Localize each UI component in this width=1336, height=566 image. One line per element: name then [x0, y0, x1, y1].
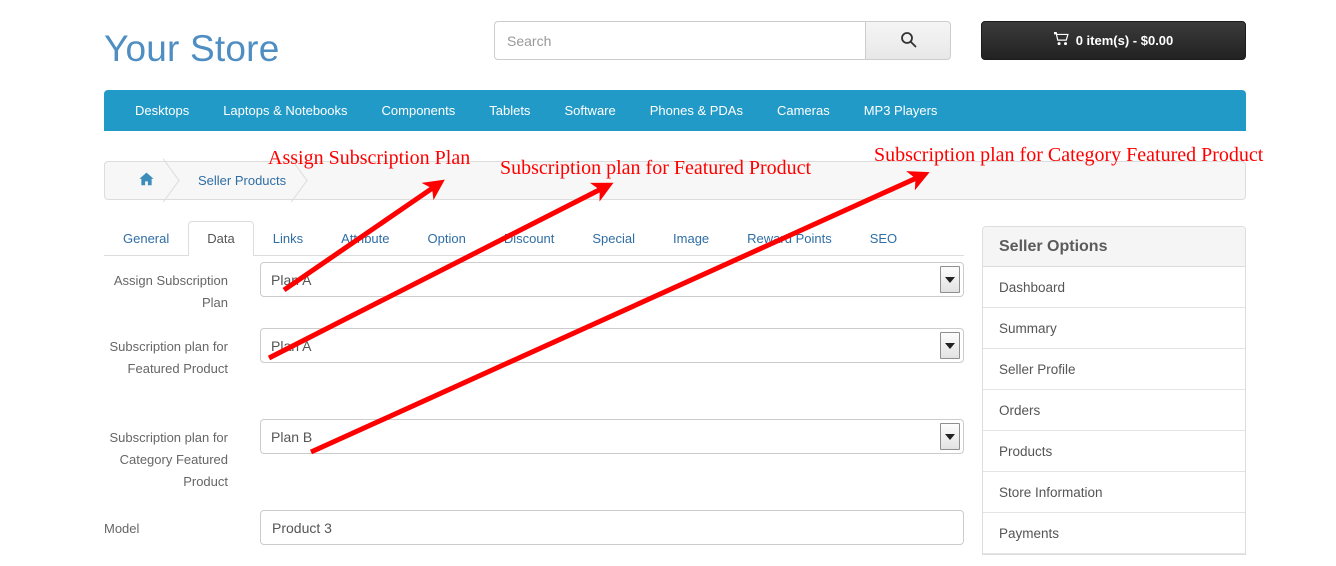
nav-item-software[interactable]: Software: [547, 90, 632, 131]
form-row-subscription-plan-featured-product: Subscription plan for Featured Product P…: [104, 328, 964, 419]
nav-item-mp3-players[interactable]: MP3 Players: [847, 90, 955, 131]
tab-discount[interactable]: Discount: [485, 221, 574, 256]
cart-button[interactable]: 0 item(s) - $0.00: [981, 21, 1246, 60]
seller-options-panel: Seller Options Dashboard Summary Seller …: [982, 226, 1246, 555]
nav-item-cameras[interactable]: Cameras: [760, 90, 847, 131]
main-navigation: Desktops Laptops & Notebooks Components …: [104, 90, 1246, 131]
site-header: Your Store 0 item(s) - $0: [0, 0, 1336, 90]
nav-item-laptops-notebooks[interactable]: Laptops & Notebooks: [206, 90, 364, 131]
seller-options-title: Seller Options: [983, 227, 1245, 267]
control-subscription-plan-featured-product: Plan A: [260, 328, 964, 363]
cart-label: 0 item(s) - $0.00: [1075, 33, 1174, 48]
tab-attribute[interactable]: Attribute: [322, 221, 408, 256]
annotation-text-subscription-plan-featured-product: Subscription plan for Featured Product: [500, 157, 812, 179]
form-row-subscription-plan-category-featured-product: Subscription plan for Category Featured …: [104, 419, 964, 510]
control-assign-subscription-plan: Plan A: [260, 262, 964, 297]
select-assign-subscription-plan[interactable]: Plan A: [260, 262, 964, 297]
search-icon: [900, 31, 917, 51]
control-subscription-plan-category-featured-product: Plan B: [260, 419, 964, 454]
store-logo[interactable]: Your Store: [104, 28, 279, 70]
search-button[interactable]: [865, 21, 951, 60]
nav-item-components[interactable]: Components: [365, 90, 473, 131]
select-value-subscription-plan-featured-product: Plan A: [271, 337, 312, 354]
label-subscription-plan-category-featured-product: Subscription plan for Category Featured …: [109, 430, 228, 489]
chevron-down-icon[interactable]: [940, 332, 960, 359]
seller-option-payments[interactable]: Payments: [983, 513, 1245, 554]
nav-item-phones-pdas[interactable]: Phones & PDAs: [633, 90, 760, 131]
label-subscription-plan-featured-product: Subscription plan for Featured Product: [109, 339, 228, 376]
label-assign-subscription-plan: Assign Subscription Plan: [113, 273, 228, 310]
page-root: Your Store 0 item(s) - $0: [0, 0, 1336, 566]
tab-seo[interactable]: SEO: [851, 221, 916, 256]
label-model: Model: [104, 521, 140, 536]
annotation-text-subscription-plan-category-featured-product: Subscription plan for Category Featured …: [874, 144, 1264, 166]
seller-option-store-information[interactable]: Store Information: [983, 472, 1245, 513]
tab-image[interactable]: Image: [654, 221, 728, 256]
form-row-model: Model: [104, 510, 964, 560]
breadcrumb-item-home[interactable]: [105, 161, 176, 200]
select-subscription-plan-category-featured-product[interactable]: Plan B: [260, 419, 964, 454]
nav-item-desktops[interactable]: Desktops: [118, 90, 206, 131]
chevron-down-icon[interactable]: [940, 423, 960, 450]
product-tabs: General Data Links Attribute Option Disc…: [104, 220, 964, 256]
seller-option-orders[interactable]: Orders: [983, 390, 1245, 431]
search-input[interactable]: [494, 21, 865, 60]
seller-option-products[interactable]: Products: [983, 431, 1245, 472]
seller-option-dashboard[interactable]: Dashboard: [983, 267, 1245, 308]
nav-item-tablets[interactable]: Tablets: [472, 90, 547, 131]
annotation-text-assign-subscription-plan: Assign Subscription Plan: [268, 147, 471, 169]
seller-option-seller-profile[interactable]: Seller Profile: [983, 349, 1245, 390]
tab-general[interactable]: General: [104, 221, 188, 256]
form-row-assign-subscription-plan: Assign Subscription Plan Plan A: [104, 262, 964, 328]
shopping-cart-icon: [1053, 31, 1069, 49]
tab-special[interactable]: Special: [573, 221, 654, 256]
select-subscription-plan-featured-product[interactable]: Plan A: [260, 328, 964, 363]
model-input[interactable]: [260, 510, 964, 545]
product-data-form: Assign Subscription Plan Plan A Subscrip…: [104, 262, 964, 560]
search-bar: [494, 21, 951, 60]
tab-data[interactable]: Data: [188, 221, 254, 256]
home-icon: [139, 172, 154, 189]
select-value-subscription-plan-category-featured-product: Plan B: [271, 428, 313, 445]
tab-reward-points[interactable]: Reward Points: [728, 221, 851, 256]
chevron-down-icon[interactable]: [940, 266, 960, 293]
select-value-assign-subscription-plan: Plan A: [271, 271, 312, 288]
tab-links[interactable]: Links: [254, 221, 322, 256]
control-model: [260, 510, 964, 545]
tab-option[interactable]: Option: [409, 221, 485, 256]
seller-option-summary[interactable]: Summary: [983, 308, 1245, 349]
